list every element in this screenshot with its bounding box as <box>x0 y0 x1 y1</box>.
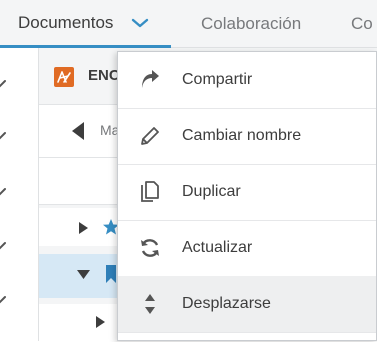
expand-arrow-icon[interactable] <box>96 316 105 328</box>
menu-item-cambiar-nombre[interactable]: Cambiar nombre <box>118 108 376 165</box>
back-arrow-icon[interactable] <box>71 121 85 141</box>
top-tab-bar: Documentos Colaboración Co <box>0 0 377 48</box>
menu-item-label: Cambiar nombre <box>182 127 302 144</box>
menu-item-compartir[interactable]: Compartir <box>118 52 376 109</box>
move-icon <box>145 294 155 314</box>
duplicate-icon <box>141 181 159 202</box>
chevron-icon[interactable] <box>0 78 8 90</box>
app-logo-icon <box>54 67 74 87</box>
left-sidebar <box>0 48 39 341</box>
chevron-icon[interactable] <box>0 130 8 142</box>
chevron-icon[interactable] <box>0 186 8 198</box>
chevron-down-icon[interactable] <box>131 17 149 29</box>
tab-colaboracion[interactable]: Colaboración <box>201 0 301 47</box>
chevron-icon[interactable] <box>0 240 8 252</box>
menu-item-desplazarse[interactable]: Desplazarse <box>118 276 376 333</box>
tab-label: Co <box>351 13 373 33</box>
tab-documentos[interactable]: Documentos <box>0 0 171 48</box>
collapse-arrow-icon[interactable] <box>77 270 90 279</box>
tab-label: Colaboración <box>201 13 302 33</box>
menu-item-label: Desplazarse <box>182 295 271 312</box>
chevron-icon[interactable] <box>0 294 8 306</box>
menu-item-label: Compartir <box>182 71 253 88</box>
pencil-icon <box>141 127 159 145</box>
menu-item-label: Actualizar <box>182 239 253 256</box>
menu-item-label: Duplicar <box>182 183 241 200</box>
tab-label: Documentos <box>18 12 114 32</box>
tab-truncated[interactable]: Co <box>351 0 373 47</box>
bookmark-icon <box>106 265 116 283</box>
menu-item-actualizar[interactable]: Actualizar <box>118 220 376 277</box>
share-icon <box>142 70 159 88</box>
context-menu: Compartir Cambiar nombre Duplicar Actual… <box>117 51 377 341</box>
menu-item-duplicar[interactable]: Duplicar <box>118 164 376 221</box>
panel-title: ENC <box>88 67 120 84</box>
expand-arrow-icon[interactable] <box>79 222 88 234</box>
refresh-icon <box>141 239 159 257</box>
